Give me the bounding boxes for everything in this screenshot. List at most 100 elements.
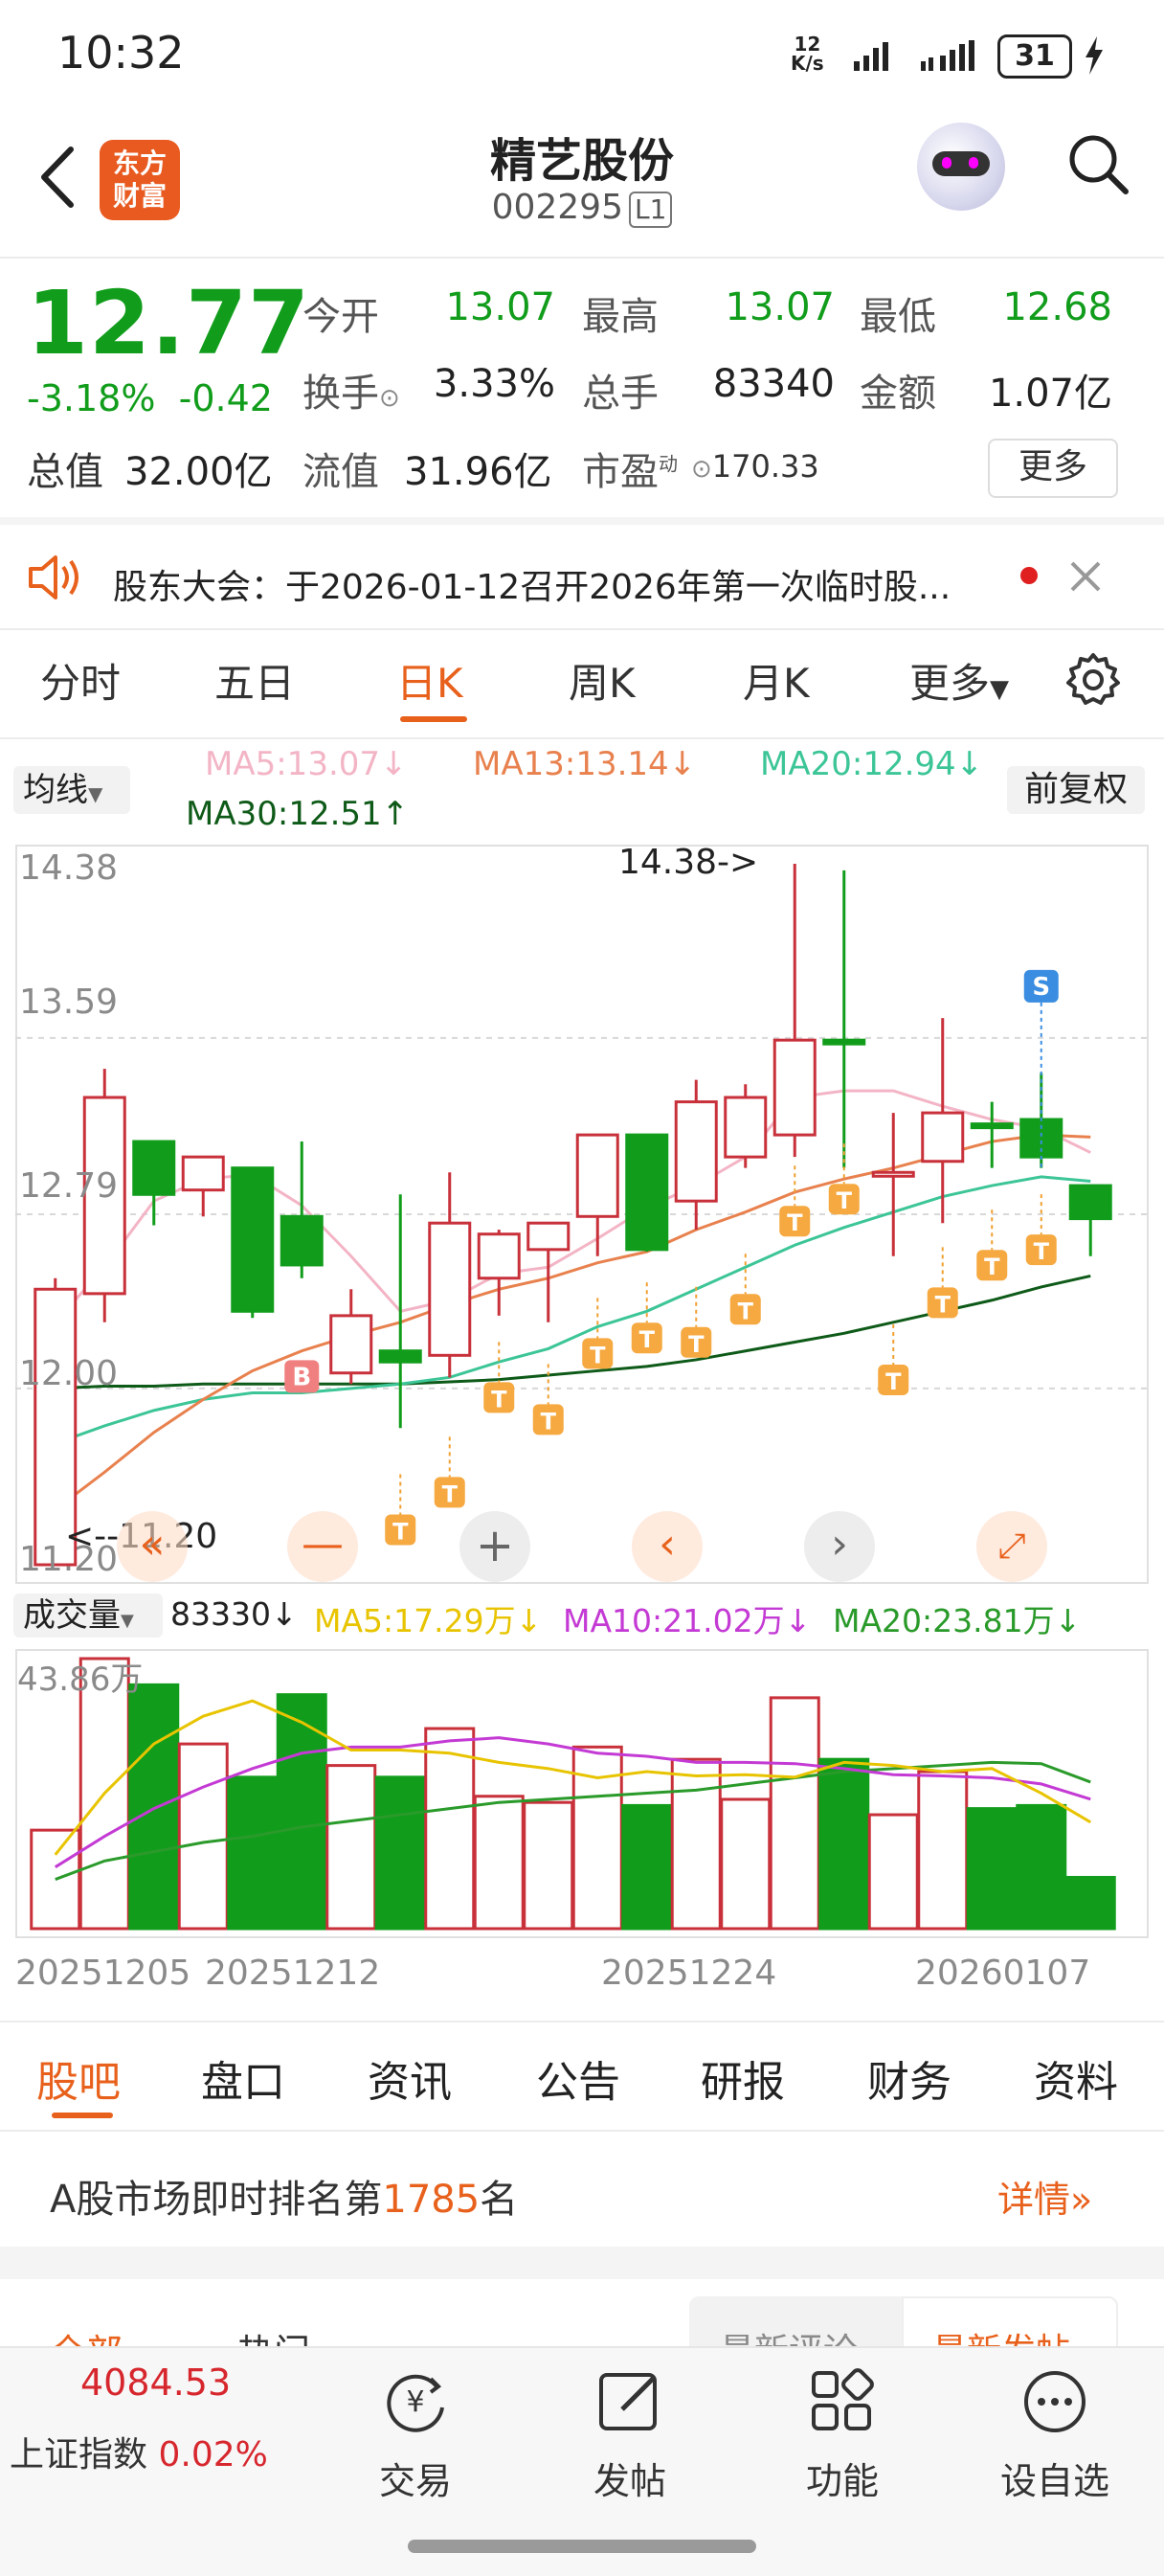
stock-code: 002295 <box>491 188 623 227</box>
index-name: 上证指数 <box>10 2435 148 2474</box>
adjust-button[interactable]: 前复权 <box>1007 766 1145 814</box>
candle-body <box>181 1155 225 1192</box>
index-value[interactable]: 4084.53 <box>80 2361 231 2404</box>
tab-profile[interactable]: 资料 <box>1034 2047 1118 2109</box>
nav-post[interactable]: 发帖 <box>553 2452 706 2504</box>
tab-more[interactable]: 更多▼ <box>909 651 1009 710</box>
filter-all[interactable]: 全部 <box>50 2323 123 2346</box>
notice-bar[interactable]: 股东大会：于2026-01-12召开2026年第一次临时股... <box>0 525 1164 628</box>
volume-bar <box>966 1807 1018 1931</box>
y-label-2: 13.59 <box>19 983 119 1022</box>
trade-icon: ¥ <box>387 2374 444 2432</box>
volume-bar <box>1016 1803 1067 1931</box>
fullscreen-icon[interactable]: ⤢ <box>976 1511 1047 1582</box>
volume-indicator-select[interactable]: 成交量▼ <box>13 1593 163 1638</box>
scroll-left-icon[interactable]: ‹ <box>632 1511 703 1582</box>
trade-mark-label: T <box>442 1480 459 1507</box>
volume-bar <box>523 1800 574 1931</box>
search-icon[interactable] <box>1064 130 1131 197</box>
scroll-right-icon[interactable]: › <box>804 1511 875 1582</box>
trade-mark-label: T <box>688 1331 705 1358</box>
nav-trade[interactable]: 交易 <box>339 2452 492 2504</box>
caret-down-icon: ▼ <box>121 1611 134 1631</box>
pe-info-icon[interactable]: ⊙ <box>691 455 712 484</box>
active-tab-indicator <box>400 716 467 722</box>
close-icon[interactable] <box>1066 557 1105 596</box>
volume-bar <box>670 1757 722 1931</box>
tab-five-day[interactable]: 五日 <box>214 651 295 710</box>
open-value: 13.07 <box>445 285 555 329</box>
candle-body <box>822 1038 866 1046</box>
info-icon[interactable]: ⊙ <box>379 384 400 413</box>
candle-body <box>132 1140 176 1196</box>
volume-select-label: 成交量 <box>23 1596 121 1635</box>
candle-body <box>428 1221 472 1357</box>
tab-news[interactable]: 资讯 <box>368 2047 452 2109</box>
home-indicator <box>408 2540 756 2553</box>
pe-label: 市盈动 <box>582 441 678 496</box>
signal-icon-2 <box>921 40 974 71</box>
notice-text: 股东大会：于2026-01-12召开2026年第一次临时股... <box>113 568 951 607</box>
volume-chart[interactable] <box>15 1649 1149 1938</box>
float-value: 31.96亿 <box>404 450 552 494</box>
volume-bar <box>769 1696 820 1931</box>
change-pct: -3.18% <box>27 377 156 419</box>
zoom-out-icon[interactable]: — <box>287 1511 358 1582</box>
more-quote-button[interactable]: 更多 <box>988 439 1118 498</box>
signal-icon <box>854 42 888 71</box>
volume-current: 83330↓ <box>170 1595 298 1633</box>
net-speed: 12 K/s <box>791 34 824 73</box>
tab-daily-k[interactable]: 日K <box>396 651 463 710</box>
tab-guba[interactable]: 股吧 <box>36 2047 121 2109</box>
volume-bar <box>720 1797 772 1931</box>
sort-latest-post[interactable]: 最新发帖 <box>932 2323 1070 2346</box>
vma20-legend: MA20:23.81万↓ <box>833 1602 1082 1639</box>
nav-add-watchlist[interactable]: 设自选 <box>978 2452 1131 2504</box>
nav-functions[interactable]: 功能 <box>766 2452 919 2504</box>
ai-assistant-avatar[interactable] <box>917 123 1005 211</box>
rank-detail-link[interactable]: 详情» <box>997 2170 1092 2223</box>
tab-weekly-k[interactable]: 周K <box>569 651 636 710</box>
rank-detail-label: 详情 <box>997 2179 1071 2221</box>
tab-pankou[interactable]: 盘口 <box>201 2047 285 2109</box>
volume-bar <box>374 1775 426 1931</box>
filter-hot[interactable]: 热门 <box>237 2323 310 2346</box>
volume-bar <box>227 1775 279 1931</box>
zoom-in-icon[interactable]: + <box>459 1511 530 1582</box>
index-row[interactable]: 上证指数 0.02% <box>10 2427 268 2476</box>
tab-finance[interactable]: 财务 <box>867 2047 951 2109</box>
trade-mark-label: T <box>1034 1238 1050 1265</box>
sort-latest-comment[interactable]: 最新评论 <box>720 2323 858 2346</box>
trade-mark-label: T <box>590 1342 606 1368</box>
rank-suffix: 名 <box>480 2178 519 2222</box>
volume-bar <box>867 1813 919 1931</box>
trade-mark-label: T <box>491 1386 507 1412</box>
caret-down-icon: ▼ <box>88 782 103 805</box>
candle-body <box>871 1170 915 1178</box>
ma-indicator-select[interactable]: 均线▼ <box>13 766 130 814</box>
tab-intraday[interactable]: 分时 <box>40 651 121 710</box>
tab-monthly-k[interactable]: 月K <box>743 651 810 710</box>
candle-body <box>772 1038 817 1137</box>
y-label-4: 12.00 <box>19 1354 119 1393</box>
scroll-left-fast-icon[interactable]: « <box>117 1511 188 1582</box>
more-circle-icon <box>1024 2371 1086 2432</box>
trade-mark-label: T <box>935 1291 951 1318</box>
candle-body <box>724 1096 768 1159</box>
gear-icon[interactable] <box>1064 651 1122 709</box>
trade-mark-label: T <box>541 1408 557 1435</box>
double-chevron-icon: » <box>1070 2179 1093 2221</box>
amount-value: 1.07亿 <box>988 372 1112 416</box>
functions-icon <box>812 2368 874 2430</box>
net-speed-unit: K/s <box>791 52 824 75</box>
volume-bar <box>621 1803 673 1931</box>
battery-level: 31 <box>1015 39 1055 73</box>
volume-bar <box>1064 1875 1116 1931</box>
turnover-label-text: 换手 <box>302 372 379 416</box>
speaker-icon <box>29 555 78 599</box>
tab-research[interactable]: 研报 <box>701 2047 785 2109</box>
x-date-3: 20251224 <box>601 1954 777 1993</box>
candlestick-chart[interactable]: T T T T T T T T T T T T T T B S <box>15 845 1149 1584</box>
market-rank: A股市场即时排名第1785名 <box>50 2168 518 2224</box>
tab-announcements[interactable]: 公告 <box>536 2047 620 2109</box>
